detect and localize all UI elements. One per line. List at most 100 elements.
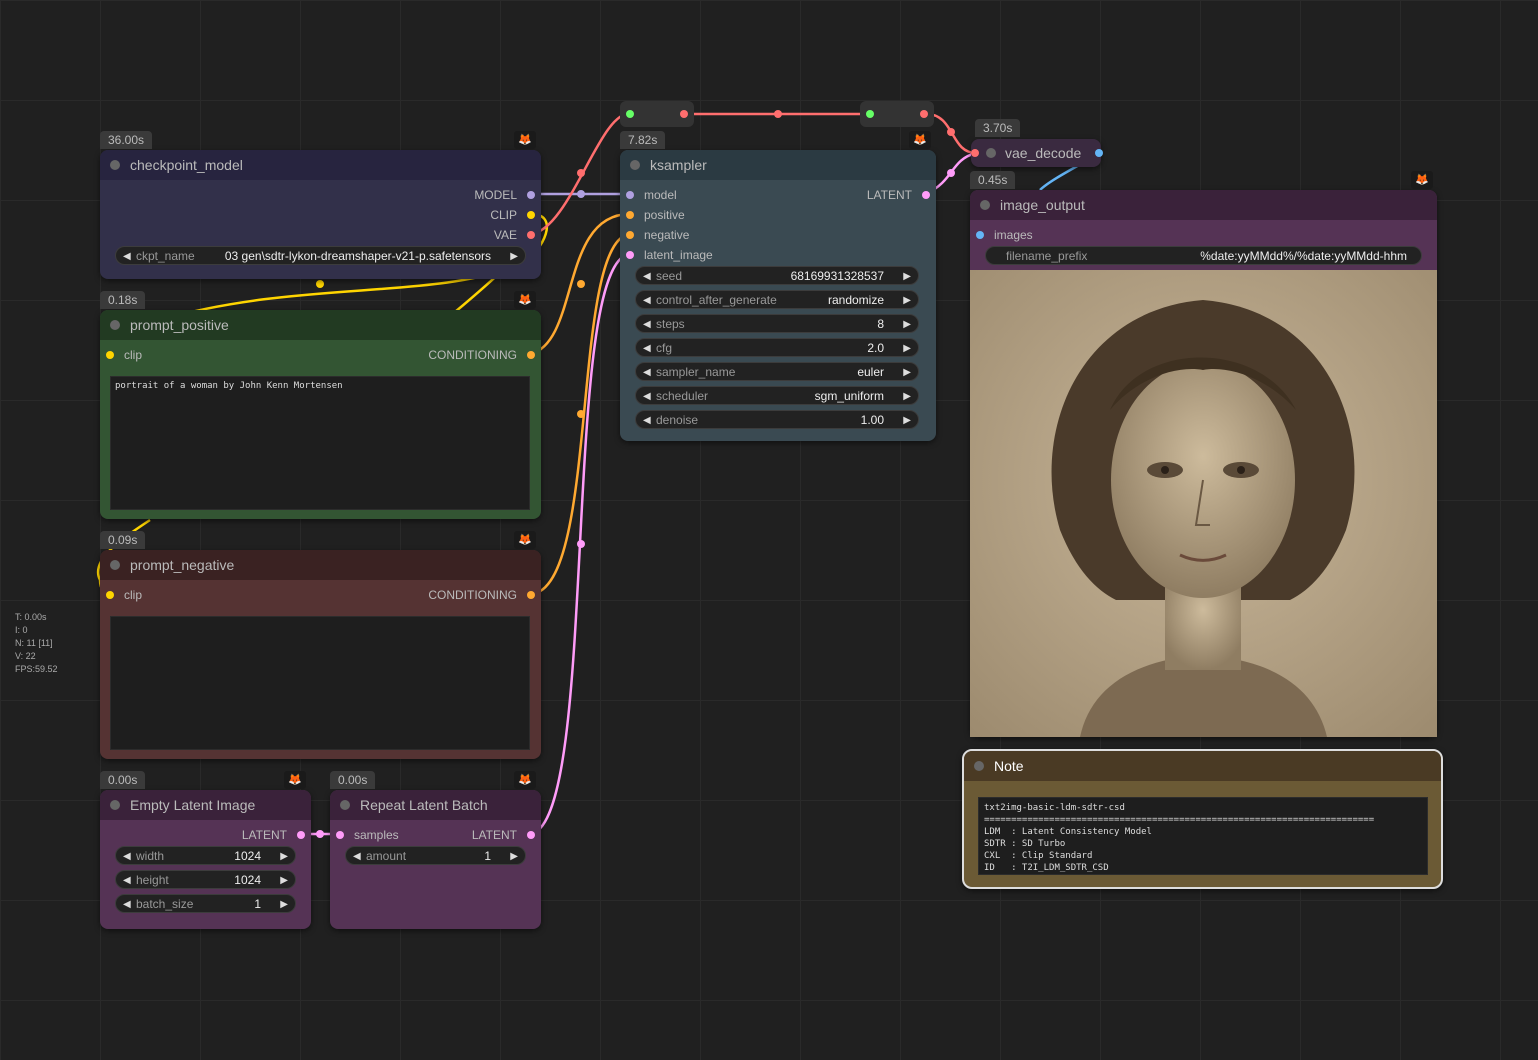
slot-pin-icon[interactable]	[527, 831, 535, 839]
slot-pin-icon[interactable]	[297, 831, 305, 839]
slot-pin-icon[interactable]	[336, 831, 344, 839]
output-slot-clip[interactable]: CLIP	[490, 207, 535, 223]
output-slot-vae[interactable]: VAE	[494, 227, 535, 243]
output-slot-model[interactable]: MODEL	[474, 187, 535, 203]
slot-pin-icon[interactable]	[106, 591, 114, 599]
arrow-right-icon[interactable]: ▶	[903, 411, 911, 430]
arrow-left-icon[interactable]: ◀	[123, 847, 131, 866]
node-image-output[interactable]: image_output images filename_prefix %dat…	[970, 190, 1437, 737]
input-slot-negative[interactable]: negative	[626, 227, 689, 243]
node-prompt-negative[interactable]: prompt_negative clip CONDITIONING	[100, 550, 541, 759]
arrow-right-icon[interactable]: ▶	[903, 315, 911, 334]
input-slot-images[interactable]: images	[976, 227, 1033, 243]
slot-pin-icon[interactable]	[527, 591, 535, 599]
node-title-bar[interactable]: prompt_positive	[100, 310, 541, 340]
widget-steps[interactable]: ◀ steps 8 ▶	[635, 314, 919, 333]
collapse-dot-icon[interactable]	[340, 800, 350, 810]
node-title-bar[interactable]: Note	[964, 751, 1441, 781]
fox-icon[interactable]: 🦊	[514, 131, 536, 149]
widget-denoise[interactable]: ◀ denoise 1.00 ▶	[635, 410, 919, 429]
fox-icon[interactable]: 🦊	[514, 531, 536, 549]
prompt-text-area[interactable]: portrait of a woman by John Kenn Mortens…	[110, 376, 530, 510]
arrow-left-icon[interactable]: ◀	[643, 267, 651, 286]
widget-filename-prefix[interactable]: filename_prefix %date:yyMMdd%/%date:yyMM…	[985, 246, 1422, 265]
slot-pin-icon[interactable]	[106, 351, 114, 359]
slot-pin-icon[interactable]	[626, 191, 634, 199]
arrow-right-icon[interactable]: ▶	[903, 363, 911, 382]
arrow-right-icon[interactable]: ▶	[903, 387, 911, 406]
node-prompt-positive[interactable]: prompt_positive clip CONDITIONING portra…	[100, 310, 541, 519]
arrow-right-icon[interactable]: ▶	[280, 871, 288, 890]
prompt-text-area[interactable]	[110, 616, 530, 750]
slot-pin-icon[interactable]	[626, 231, 634, 239]
widget-ckpt-name[interactable]: ◀ ckpt_name 03 gen\sdtr-lykon-dreamshape…	[115, 246, 526, 265]
input-slot-samples[interactable]: samples	[336, 827, 399, 843]
arrow-right-icon[interactable]: ▶	[903, 339, 911, 358]
slot-pin-icon[interactable]	[527, 231, 535, 239]
node-repeat-latent-batch[interactable]: Repeat Latent Batch samples LATENT ◀ amou…	[330, 790, 541, 929]
arrow-right-icon[interactable]: ▶	[280, 895, 288, 914]
arrow-right-icon[interactable]: ▶	[903, 291, 911, 310]
input-slot-clip[interactable]: clip	[106, 587, 142, 603]
input-slot-clip[interactable]: clip	[106, 347, 142, 363]
collapse-dot-icon[interactable]	[110, 160, 120, 170]
output-slot-latent[interactable]: LATENT	[867, 187, 930, 203]
arrow-left-icon[interactable]: ◀	[643, 339, 651, 358]
input-slot-model[interactable]: model	[626, 187, 677, 203]
output-slot-latent[interactable]: LATENT	[242, 827, 305, 843]
input-pin-icon[interactable]	[971, 149, 979, 157]
fox-icon[interactable]: 🦊	[909, 131, 931, 149]
output-slot-conditioning[interactable]: CONDITIONING	[428, 347, 535, 363]
collapse-dot-icon[interactable]	[110, 800, 120, 810]
widget-seed[interactable]: ◀ seed 68169931328537 ▶	[635, 266, 919, 285]
arrow-left-icon[interactable]: ◀	[123, 247, 131, 266]
widget-sampler-name[interactable]: ◀ sampler_name euler ▶	[635, 362, 919, 381]
reroute-input-pin[interactable]	[866, 110, 874, 118]
collapse-dot-icon[interactable]	[110, 560, 120, 570]
arrow-left-icon[interactable]: ◀	[123, 871, 131, 890]
reroute-node-vae-2[interactable]	[860, 101, 934, 127]
arrow-left-icon[interactable]: ◀	[123, 895, 131, 914]
collapse-dot-icon[interactable]	[980, 200, 990, 210]
widget-batch-size[interactable]: ◀ batch_size 1 ▶	[115, 894, 296, 913]
arrow-left-icon[interactable]: ◀	[643, 291, 651, 310]
note-text-area[interactable]: txt2img-basic-ldm-sdtr-csd =============…	[978, 797, 1428, 875]
arrow-left-icon[interactable]: ◀	[353, 847, 361, 866]
widget-scheduler[interactable]: ◀ scheduler sgm_uniform ▶	[635, 386, 919, 405]
node-empty-latent-image[interactable]: Empty Latent Image LATENT ◀ width 1024 ▶ ◀ h…	[100, 790, 311, 929]
node-ksampler[interactable]: ksampler model LATENT positive negative …	[620, 150, 936, 441]
slot-pin-icon[interactable]	[626, 251, 634, 259]
slot-pin-icon[interactable]	[527, 211, 535, 219]
arrow-left-icon[interactable]: ◀	[643, 363, 651, 382]
collapse-dot-icon[interactable]	[974, 761, 984, 771]
arrow-left-icon[interactable]: ◀	[643, 387, 651, 406]
fox-icon[interactable]: 🦊	[514, 291, 536, 309]
node-title-bar[interactable]: checkpoint_model	[100, 150, 541, 180]
reroute-node-vae-1[interactable]	[620, 101, 694, 127]
output-pin-icon[interactable]	[1095, 149, 1103, 157]
collapse-dot-icon[interactable]	[110, 320, 120, 330]
fox-icon[interactable]: 🦊	[284, 771, 306, 789]
node-title-bar[interactable]: prompt_negative	[100, 550, 541, 580]
arrow-right-icon[interactable]: ▶	[510, 247, 518, 266]
widget-cfg[interactable]: ◀ cfg 2.0 ▶	[635, 338, 919, 357]
slot-pin-icon[interactable]	[976, 231, 984, 239]
node-note[interactable]: Note txt2img-basic-ldm-sdtr-csd ========…	[962, 749, 1443, 889]
slot-pin-icon[interactable]	[626, 211, 634, 219]
node-title-bar[interactable]: ksampler	[620, 150, 936, 180]
reroute-output-pin[interactable]	[920, 110, 928, 118]
widget-height[interactable]: ◀ height 1024 ▶	[115, 870, 296, 889]
fox-icon[interactable]: 🦊	[1411, 171, 1433, 189]
widget-control-after-generate[interactable]: ◀ control_after_generate randomize ▶	[635, 290, 919, 309]
node-vae-decode[interactable]: vae_decode	[971, 139, 1103, 167]
arrow-right-icon[interactable]: ▶	[903, 267, 911, 286]
reroute-input-pin[interactable]	[626, 110, 634, 118]
node-title-bar[interactable]: image_output	[970, 190, 1437, 220]
input-slot-latent-image[interactable]: latent_image	[626, 247, 713, 263]
output-image-preview[interactable]	[970, 270, 1437, 737]
collapse-dot-icon[interactable]	[630, 160, 640, 170]
reroute-output-pin[interactable]	[680, 110, 688, 118]
arrow-right-icon[interactable]: ▶	[280, 847, 288, 866]
output-slot-latent[interactable]: LATENT	[472, 827, 535, 843]
fox-icon[interactable]: 🦊	[514, 771, 536, 789]
